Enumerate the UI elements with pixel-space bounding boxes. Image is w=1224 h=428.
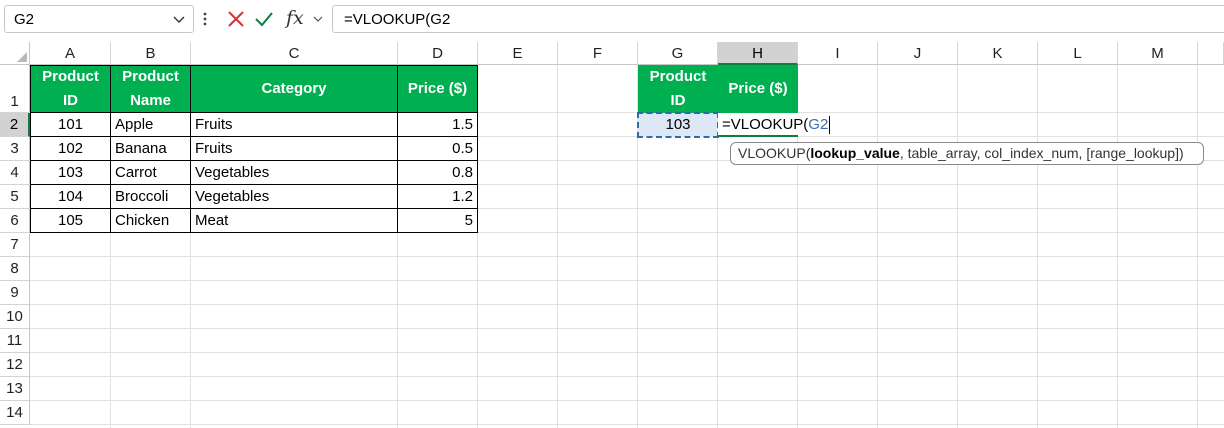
row-header-11[interactable]: 11: [0, 329, 30, 353]
name-box[interactable]: G2: [4, 5, 194, 33]
editing-formula-prefix: =VLOOKUP(: [722, 116, 809, 133]
chevron-down-icon[interactable]: [312, 13, 324, 25]
column-header-b[interactable]: B: [111, 42, 191, 65]
spreadsheet-grid[interactable]: A B C D E F G H I J K L M 1 2 3 4 5 6 7 8 9 10 11 12 13 14 Product …: [0, 42, 1224, 428]
close-icon[interactable]: [226, 9, 246, 29]
table-header-label: Product Name: [122, 68, 179, 109]
column-header-partial: [1198, 42, 1224, 65]
row-header-13[interactable]: 13: [0, 377, 30, 401]
table-header-label: Price ($): [407, 80, 468, 97]
table-cell[interactable]: Chicken: [111, 209, 191, 233]
table-header-cell[interactable]: Product Name: [111, 65, 191, 113]
table-cell[interactable]: 102: [30, 137, 111, 161]
gridline-vertical: [1037, 65, 1038, 428]
table-cell[interactable]: 103: [30, 161, 111, 185]
table-cell[interactable]: Fruits: [191, 113, 398, 137]
row-header-3[interactable]: 3: [0, 137, 30, 161]
table-cell[interactable]: Carrot: [111, 161, 191, 185]
tooltip-active-arg[interactable]: lookup_value: [810, 145, 899, 161]
column-header-a[interactable]: A: [30, 42, 111, 65]
formula-text: =VLOOKUP(G2: [344, 11, 451, 28]
tooltip-rest: , table_array, col_index_num, [range_loo…: [899, 145, 1184, 161]
gridline-horizontal: [30, 280, 1224, 281]
gridline-horizontal: [30, 328, 1224, 329]
table-header-label: Category: [261, 80, 327, 97]
row-header-9[interactable]: 9: [0, 281, 30, 305]
table-cell[interactable]: 101: [30, 113, 111, 137]
table-cell[interactable]: 1.2: [398, 185, 478, 209]
table-header-cell[interactable]: Category: [191, 65, 398, 113]
row-header-2[interactable]: 2: [0, 113, 30, 137]
table-header-cell[interactable]: Product ID: [30, 65, 111, 113]
column-header-h[interactable]: H: [718, 42, 798, 65]
gridline-vertical: [957, 65, 958, 428]
column-header-d[interactable]: D: [398, 42, 478, 65]
column-header-k[interactable]: K: [958, 42, 1038, 65]
column-header-f[interactable]: F: [558, 42, 638, 65]
row-header-7[interactable]: 7: [0, 233, 30, 257]
table-header-label: Product ID: [42, 68, 99, 109]
tooltip-function: VLOOKUP(: [738, 145, 811, 161]
table-cell[interactable]: Apple: [111, 113, 191, 137]
chevron-down-icon[interactable]: [171, 11, 187, 27]
select-all-button[interactable]: [0, 42, 30, 65]
gridline-horizontal: [30, 400, 1224, 401]
name-box-value: G2: [14, 11, 35, 28]
table-header-cell[interactable]: Price ($): [398, 65, 478, 113]
table-cell[interactable]: Vegetables: [191, 185, 398, 209]
row-header-5[interactable]: 5: [0, 185, 30, 209]
more-options-icon[interactable]: [203, 11, 207, 27]
lookup-header-cell[interactable]: Price ($): [718, 65, 798, 113]
active-cell-indicator: [718, 135, 798, 137]
row-header-12[interactable]: 12: [0, 353, 30, 377]
lookup-header-cell[interactable]: Product ID: [638, 65, 718, 113]
table-cell[interactable]: Banana: [111, 137, 191, 161]
row-header-4[interactable]: 4: [0, 161, 30, 185]
table-cell[interactable]: Fruits: [191, 137, 398, 161]
row-header-10[interactable]: 10: [0, 305, 30, 329]
formula-bar: G2 fx =VLOOKUP(G2: [0, 0, 1224, 40]
column-header-j[interactable]: J: [878, 42, 958, 65]
gridline-vertical: [557, 65, 558, 428]
table-cell[interactable]: Vegetables: [191, 161, 398, 185]
editing-formula-ref: G2: [808, 116, 829, 133]
table-cell[interactable]: Meat: [191, 209, 398, 233]
table-cell[interactable]: Broccoli: [111, 185, 191, 209]
table-cell[interactable]: 104: [30, 185, 111, 209]
text-caret: [829, 116, 831, 135]
column-header-l[interactable]: L: [1038, 42, 1118, 65]
insert-function-button[interactable]: fx: [286, 9, 310, 29]
gridline-horizontal: [30, 376, 1224, 377]
gridline-vertical: [877, 65, 878, 428]
gridline-horizontal: [30, 304, 1224, 305]
lookup-header-label: Price ($): [728, 80, 788, 97]
column-header-g[interactable]: G: [638, 42, 718, 65]
column-header-m[interactable]: M: [1118, 42, 1198, 65]
row-header-8[interactable]: 8: [0, 257, 30, 281]
editing-cell[interactable]: =VLOOKUP(G2: [718, 113, 831, 136]
row-header-1[interactable]: 1: [0, 65, 30, 113]
table-cell[interactable]: 1.5: [398, 113, 478, 137]
function-tooltip[interactable]: VLOOKUP(lookup_value, table_array, col_i…: [730, 142, 1204, 165]
row-header-6[interactable]: 6: [0, 209, 30, 233]
column-header-i[interactable]: I: [798, 42, 878, 65]
table-cell[interactable]: 0.8: [398, 161, 478, 185]
column-header-e[interactable]: E: [478, 42, 558, 65]
gridline-vertical: [1117, 65, 1118, 428]
checkmark-icon[interactable]: [254, 9, 274, 29]
gridline-vertical: [1197, 65, 1198, 428]
gridline-horizontal: [30, 424, 1224, 425]
lookup-header-label: Product ID: [649, 68, 707, 109]
copy-marquee: [637, 112, 719, 138]
gridline-horizontal: [30, 256, 1224, 257]
column-header-c[interactable]: C: [191, 42, 398, 65]
formula-input[interactable]: =VLOOKUP(G2: [332, 5, 1224, 33]
table-cell[interactable]: 105: [30, 209, 111, 233]
table-cell[interactable]: 0.5: [398, 137, 478, 161]
table-cell[interactable]: 5: [398, 209, 478, 233]
select-all-icon: [17, 52, 27, 62]
gridline-horizontal: [30, 352, 1224, 353]
row-header-14[interactable]: 14: [0, 401, 30, 425]
